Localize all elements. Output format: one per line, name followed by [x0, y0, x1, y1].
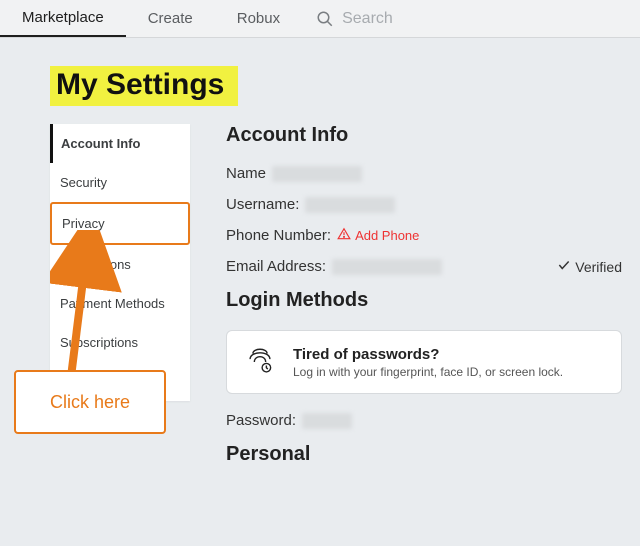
row-password: Password:: [226, 412, 622, 429]
login-card-subtitle: Log in with your fingerprint, face ID, o…: [293, 365, 563, 379]
add-phone-link[interactable]: Add Phone: [337, 227, 419, 244]
search-input[interactable]: [336, 10, 496, 28]
personal-heading: Personal: [226, 443, 622, 466]
page-title: My Settings: [50, 66, 238, 106]
username-label: Username:: [226, 196, 299, 213]
settings-sidebar: Account Info Security Privacy Notificati…: [50, 124, 190, 401]
search-icon: [314, 8, 336, 30]
callout-text: Click here: [50, 392, 130, 413]
tab-robux[interactable]: Robux: [215, 0, 302, 37]
login-card-title: Tired of passwords?: [293, 346, 563, 363]
fingerprint-icon: [243, 345, 277, 379]
tab-create[interactable]: Create: [126, 0, 215, 37]
tab-marketplace[interactable]: Marketplace: [0, 0, 126, 37]
email-label: Email Address:: [226, 258, 326, 275]
account-info-heading: Account Info: [226, 124, 622, 147]
name-value: [272, 166, 362, 182]
verified-text: Verified: [575, 259, 622, 275]
username-value: [305, 197, 395, 213]
name-label: Name: [226, 165, 266, 182]
verified-badge: Verified: [557, 258, 622, 275]
password-label: Password:: [226, 412, 296, 429]
row-username: Username:: [226, 196, 622, 213]
password-value: [302, 413, 352, 429]
sidebar-item-account-info[interactable]: Account Info: [50, 124, 190, 163]
callout-click-here: Click here: [14, 370, 166, 434]
sidebar-item-subscriptions[interactable]: Subscriptions: [50, 323, 190, 362]
email-value: [332, 259, 442, 275]
main-panel: Account Info Name Username: Phone Number…: [190, 124, 640, 484]
phone-label: Phone Number:: [226, 227, 331, 244]
check-icon: [557, 258, 571, 275]
search-wrap: [314, 8, 640, 30]
login-card-text: Tired of passwords? Log in with your fin…: [293, 346, 563, 379]
sidebar-item-payment-methods[interactable]: Payment Methods: [50, 284, 190, 323]
sidebar-item-security[interactable]: Security: [50, 163, 190, 202]
login-method-card[interactable]: Tired of passwords? Log in with your fin…: [226, 330, 622, 394]
add-phone-text: Add Phone: [355, 228, 419, 243]
row-email: Email Address: Verified: [226, 258, 622, 275]
row-phone: Phone Number: Add Phone: [226, 227, 622, 244]
top-nav: Marketplace Create Robux: [0, 0, 640, 38]
sidebar-item-privacy[interactable]: Privacy: [50, 202, 190, 245]
row-name: Name: [226, 165, 622, 182]
warning-icon: [337, 227, 351, 244]
login-methods-heading: Login Methods: [226, 289, 622, 312]
sidebar-item-notifications[interactable]: Notifications: [50, 245, 190, 284]
